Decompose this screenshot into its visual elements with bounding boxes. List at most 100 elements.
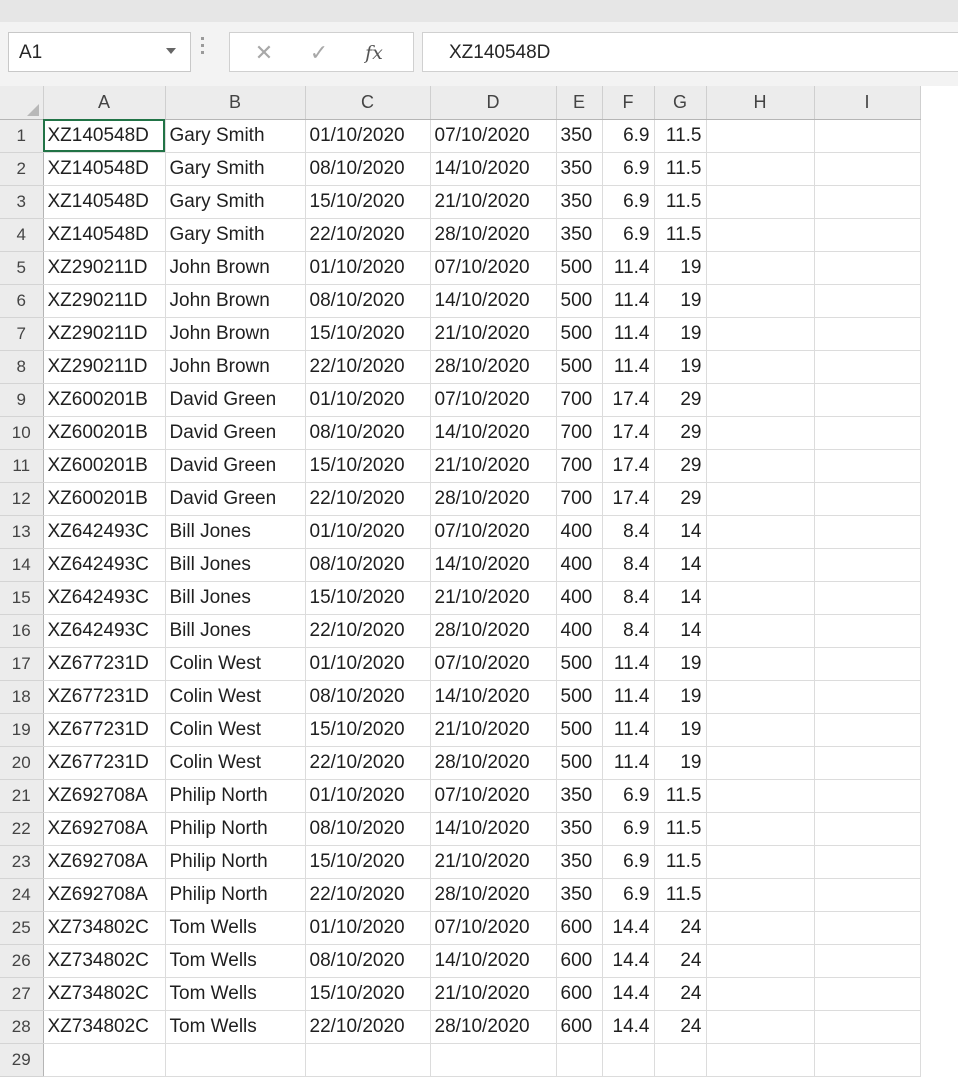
cell-d[interactable]: 28/10/2020	[430, 482, 557, 516]
cell-i[interactable]	[814, 317, 921, 351]
cell-a[interactable]: XZ642493C	[43, 614, 166, 648]
cell-c[interactable]: 08/10/2020	[305, 680, 431, 714]
cell-b[interactable]: Gary Smith	[165, 218, 306, 252]
cell-e[interactable]: 500	[556, 251, 603, 285]
cell-g[interactable]: 19	[654, 317, 707, 351]
cell-i[interactable]	[814, 284, 921, 318]
cell-h[interactable]	[706, 416, 815, 450]
cell-d[interactable]: 14/10/2020	[430, 416, 557, 450]
cell-b[interactable]	[165, 1043, 306, 1077]
cell-g[interactable]: 24	[654, 1010, 707, 1044]
cell-a[interactable]: XZ140548D	[43, 119, 166, 153]
select-all-icon[interactable]	[26, 103, 39, 116]
cell-f[interactable]: 6.9	[602, 185, 655, 219]
cell-h[interactable]	[706, 218, 815, 252]
cell-a[interactable]: XZ600201B	[43, 383, 166, 417]
cell-g[interactable]: 11.5	[654, 152, 707, 186]
cell-c[interactable]: 15/10/2020	[305, 317, 431, 351]
cell-h[interactable]	[706, 713, 815, 747]
cell-h[interactable]	[706, 482, 815, 516]
row-header[interactable]: 10	[0, 416, 44, 450]
cell-f[interactable]: 14.4	[602, 977, 655, 1011]
cell-h[interactable]	[706, 383, 815, 417]
cell-h[interactable]	[706, 350, 815, 384]
cell-f[interactable]: 8.4	[602, 515, 655, 549]
cell-d[interactable]: 07/10/2020	[430, 119, 557, 153]
cell-f[interactable]: 11.4	[602, 713, 655, 747]
cell-a[interactable]: XZ692708A	[43, 845, 166, 879]
cell-c[interactable]: 01/10/2020	[305, 515, 431, 549]
cell-c[interactable]: 22/10/2020	[305, 878, 431, 912]
cell-d[interactable]	[430, 1043, 557, 1077]
cell-d[interactable]: 28/10/2020	[430, 350, 557, 384]
row-header[interactable]: 18	[0, 680, 44, 714]
cell-g[interactable]: 29	[654, 383, 707, 417]
cell-i[interactable]	[814, 713, 921, 747]
cell-c[interactable]: 22/10/2020	[305, 614, 431, 648]
cell-e[interactable]: 350	[556, 812, 603, 846]
cell-i[interactable]	[814, 911, 921, 945]
cell-i[interactable]	[814, 152, 921, 186]
insert-function-icon[interactable]: fx	[354, 39, 394, 67]
column-header-b[interactable]: B	[165, 86, 306, 120]
cell-g[interactable]: 19	[654, 746, 707, 780]
cell-b[interactable]: John Brown	[165, 350, 306, 384]
cell-c[interactable]: 22/10/2020	[305, 218, 431, 252]
cell-i[interactable]	[814, 449, 921, 483]
cell-e[interactable]: 700	[556, 449, 603, 483]
cell-e[interactable]: 700	[556, 482, 603, 516]
cell-f[interactable]: 11.4	[602, 284, 655, 318]
cell-a[interactable]: XZ642493C	[43, 581, 166, 615]
column-header-e[interactable]: E	[556, 86, 603, 120]
cell-d[interactable]: 14/10/2020	[430, 944, 557, 978]
cell-i[interactable]	[814, 383, 921, 417]
cell-d[interactable]: 07/10/2020	[430, 251, 557, 285]
cell-c[interactable]: 08/10/2020	[305, 944, 431, 978]
column-header-d[interactable]: D	[430, 86, 557, 120]
cell-c[interactable]	[305, 1043, 431, 1077]
cell-e[interactable]: 350	[556, 779, 603, 813]
cell-c[interactable]: 08/10/2020	[305, 284, 431, 318]
row-header[interactable]: 1	[0, 119, 44, 153]
cell-e[interactable]: 500	[556, 680, 603, 714]
cell-c[interactable]: 15/10/2020	[305, 185, 431, 219]
row-header[interactable]: 15	[0, 581, 44, 615]
cell-g[interactable]: 19	[654, 680, 707, 714]
cell-d[interactable]: 14/10/2020	[430, 548, 557, 582]
cell-a[interactable]: XZ600201B	[43, 416, 166, 450]
cell-e[interactable]: 400	[556, 548, 603, 582]
cell-i[interactable]	[814, 746, 921, 780]
row-header[interactable]: 6	[0, 284, 44, 318]
cell-e[interactable]: 500	[556, 284, 603, 318]
cell-h[interactable]	[706, 812, 815, 846]
row-header[interactable]: 7	[0, 317, 44, 351]
column-header-g[interactable]: G	[654, 86, 707, 120]
cell-f[interactable]: 11.4	[602, 680, 655, 714]
cell-e[interactable]: 600	[556, 911, 603, 945]
cell-i[interactable]	[814, 812, 921, 846]
cell-g[interactable]: 24	[654, 911, 707, 945]
cell-c[interactable]: 01/10/2020	[305, 251, 431, 285]
cell-a[interactable]: XZ290211D	[43, 350, 166, 384]
cell-a[interactable]: XZ692708A	[43, 812, 166, 846]
cell-a[interactable]: XZ734802C	[43, 911, 166, 945]
cell-b[interactable]: David Green	[165, 383, 306, 417]
cell-d[interactable]: 07/10/2020	[430, 779, 557, 813]
cell-f[interactable]: 8.4	[602, 581, 655, 615]
cell-i[interactable]	[814, 878, 921, 912]
cell-a[interactable]: XZ692708A	[43, 779, 166, 813]
cell-i[interactable]	[814, 218, 921, 252]
cell-i[interactable]	[814, 977, 921, 1011]
cell-c[interactable]: 08/10/2020	[305, 548, 431, 582]
cell-b[interactable]: David Green	[165, 482, 306, 516]
cell-d[interactable]: 21/10/2020	[430, 581, 557, 615]
row-header[interactable]: 17	[0, 647, 44, 681]
cell-h[interactable]	[706, 680, 815, 714]
cell-g[interactable]: 29	[654, 449, 707, 483]
cell-h[interactable]	[706, 515, 815, 549]
cell-d[interactable]: 21/10/2020	[430, 317, 557, 351]
cell-f[interactable]: 14.4	[602, 1010, 655, 1044]
cell-d[interactable]: 07/10/2020	[430, 911, 557, 945]
cell-g[interactable]: 11.5	[654, 878, 707, 912]
cell-f[interactable]	[602, 1043, 655, 1077]
